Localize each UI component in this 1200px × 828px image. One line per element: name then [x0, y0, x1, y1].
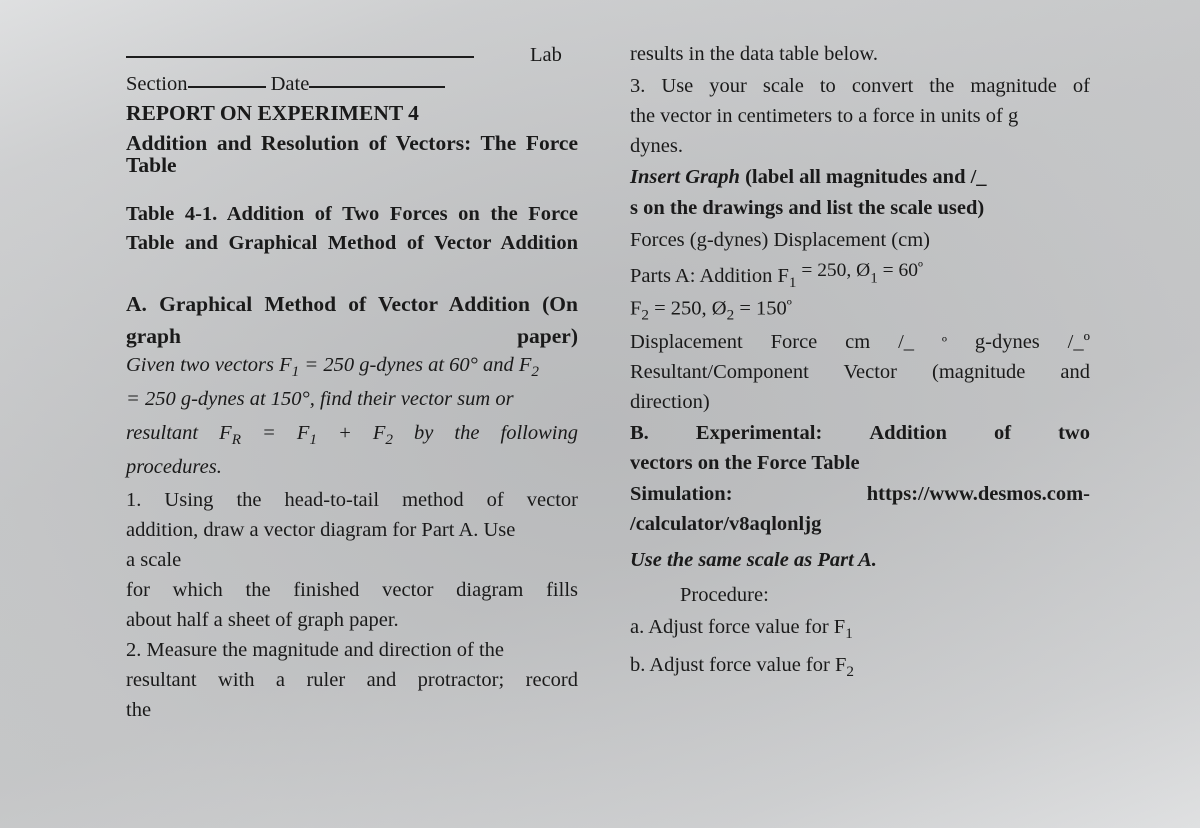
simulation-link-line-1[interactable]: Simulation: https://www.desmos.com-: [630, 484, 1090, 505]
step-3-line-3: dynes.: [630, 135, 683, 157]
given-statement-line-3: resultant FR = F1 + F2 by the following: [126, 423, 578, 447]
parts-a-value-2: = 60: [877, 260, 918, 281]
measure-row: Displacement Force cm /_ º g-dynes /_º: [630, 332, 1090, 353]
given-statement-line-2: = 250 g-dynes at 150°, find their vector…: [126, 388, 514, 410]
measure-col-cm: cm: [845, 331, 871, 353]
fr-term: FR: [219, 422, 241, 448]
section-b-heading-line-1: B. Experimental: Addition of two: [630, 423, 1090, 444]
section-b-heading-line-2: vectors on the Force Table: [630, 452, 860, 474]
page-title: REPORT ON EXPERIMENT 4: [126, 101, 419, 125]
section-b-letter: B.: [630, 422, 649, 444]
table-caption: Table 4-1. Addition of Two Forces on the…: [126, 203, 578, 254]
procedure-item-a: a. Adjust force value for F1: [630, 617, 1090, 641]
date-rule-line[interactable]: [309, 86, 446, 88]
measure-col-displacement: Displacement: [630, 331, 743, 353]
parts-a-prefix: Parts A: Addition F: [630, 264, 789, 287]
f1-term: F1: [296, 422, 317, 448]
given-word-following: following: [500, 422, 578, 444]
step-1-line-3: a scale: [126, 549, 182, 571]
insert-graph-line-2: s on the drawings and list the scale use…: [630, 197, 985, 219]
procedure-item-b: b. Adjust force value for F2: [630, 655, 1090, 679]
procedure-a-subscript: 1: [845, 625, 853, 642]
given-text-b: = 250 g-dynes at 60° and F: [299, 354, 532, 376]
insert-graph-rest: (label all magnitudes and /_: [739, 166, 987, 188]
section-b-word-two: two: [1058, 422, 1090, 444]
scale-note: Use the same scale as Part A.: [630, 549, 877, 571]
measure-blank-2[interactable]: /_º: [1068, 332, 1090, 353]
given-word-by: by: [414, 422, 434, 444]
step-1-line-5: about half a sheet of graph paper.: [126, 609, 399, 631]
measure-col-gdynes: g-dynes: [974, 331, 1040, 353]
insert-graph-line-1: Insert Graph (label all magnitudes and /…: [630, 167, 1090, 188]
step-2-line-3: the: [126, 699, 152, 721]
section-date-row: Section Date: [126, 74, 578, 95]
parts-a-degree-ordinal: º: [917, 260, 923, 278]
section-b-word-of: of: [993, 422, 1012, 444]
step-3-line-2: the vector in centimeters to a force in …: [630, 105, 1019, 127]
parts-a-value-1: = 250, Ø: [796, 260, 871, 281]
document-page: Section Date REPORT ON EXPERIMENT 4 Addi…: [0, 0, 1200, 828]
section-b-word-experimental: Experimental:: [695, 422, 823, 444]
step-1-line-4: for which the finished vector diagram fi…: [126, 579, 578, 601]
section-rule-line[interactable]: [187, 86, 266, 88]
measure-degree-ordinal: º: [941, 333, 947, 352]
step-3-line-1: 3. Use your scale to convert the magnitu…: [630, 75, 1090, 97]
measure-col-force: Force: [770, 331, 818, 353]
step-2-line-1: 2. Measure the magnitude and direction o…: [126, 639, 504, 661]
section-b-word-addition: Addition: [869, 422, 947, 444]
units-line: Forces (g-dynes) Displacement (cm): [630, 229, 930, 251]
equals-sign: =: [262, 422, 276, 444]
f2-symbol: F: [630, 297, 642, 320]
f2-term: F2: [372, 422, 393, 448]
lab-label: Lab: [530, 44, 562, 66]
given-statement-line-4: procedures.: [126, 456, 222, 478]
date-label: Date: [270, 73, 310, 95]
name-blank-rule: [126, 44, 578, 65]
f2-subscript-right: 2: [641, 306, 649, 324]
parts-a-phi-subscript: 1: [870, 269, 878, 287]
resultant-word: resultant: [126, 422, 199, 444]
procedure-b-text: b. Adjust force value for F: [630, 654, 847, 676]
f2-middle: = 250, Ø: [648, 297, 727, 320]
f2-degree-ordinal: º: [786, 296, 792, 315]
procedure-b-subscript: 2: [846, 663, 854, 680]
given-word-the: the: [454, 422, 480, 444]
simulation-link-line-2[interactable]: /calculator/v8aqlonljg: [630, 514, 1090, 535]
parts-a-line: Parts A: Addition F1 = 250, Ø1 = 60º: [630, 261, 1090, 290]
given-text-a: Given two vectors F: [126, 354, 292, 376]
step-2-line-2: resultant with a ruler and protractor; r…: [126, 669, 578, 691]
procedure-label: Procedure:: [680, 584, 769, 606]
procedure-a-text: a. Adjust force value for F: [630, 616, 846, 638]
step-2-continued: results in the data table below.: [630, 43, 879, 65]
given-statement-line-1: Given two vectors F1 = 250 g-dynes at 60…: [126, 355, 578, 379]
resultant-note-line-2: direction): [630, 391, 710, 413]
resultant-note-line-1: Resultant/Component Vector (magnitude an…: [630, 361, 1090, 383]
f2-line: F2 = 250, Ø2 = 150º: [630, 296, 1090, 324]
plus-sign: +: [338, 422, 352, 444]
section-label: Section: [126, 73, 188, 95]
f2-tail: = 150: [734, 297, 787, 320]
section-a-heading: A. Graphical Method of Vector Addition (…: [126, 292, 578, 348]
measure-blank-1[interactable]: /_: [898, 332, 914, 353]
page-subtitle: Addition and Resolution of Vectors: The …: [126, 131, 578, 177]
f2-subscript: 2: [531, 363, 539, 380]
name-rule-line[interactable]: [126, 56, 474, 58]
insert-graph-emphasis: Insert Graph: [630, 166, 740, 188]
step-1-line-2: addition, draw a vector diagram for Part…: [126, 519, 516, 541]
step-1-line-1: 1. Using the head-to-tail method of vect…: [126, 489, 578, 511]
